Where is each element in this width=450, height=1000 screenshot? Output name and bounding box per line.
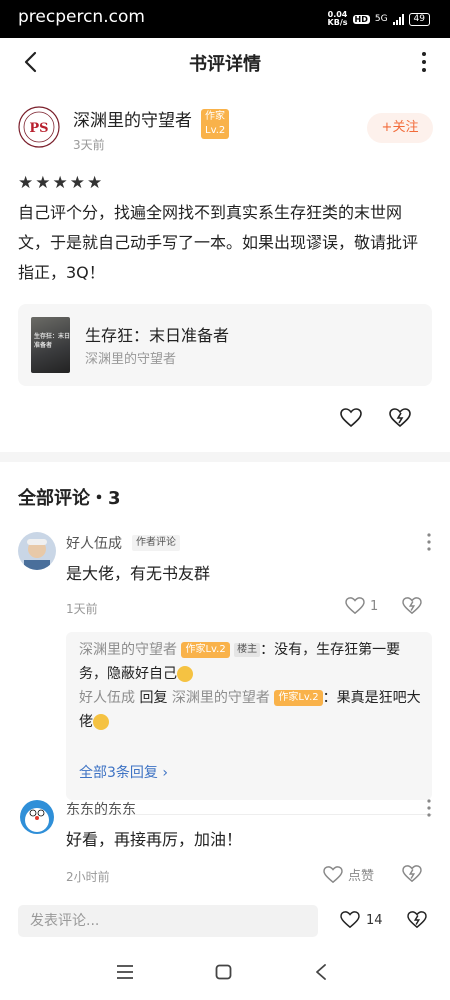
view-all-replies-link[interactable]: 全部3条回复 › [79, 762, 168, 782]
like-label: 点赞 [348, 869, 375, 884]
comment-more-icon[interactable] [424, 798, 434, 818]
comment-time: 1天前 [66, 602, 98, 616]
section-divider [0, 452, 450, 462]
author-avatar[interactable]: PS [18, 106, 60, 148]
like-heart-icon [345, 597, 365, 615]
level-badge: 作家Lv.2 [274, 690, 323, 706]
commenter-name[interactable]: 东东的东东 [66, 799, 136, 819]
menu-icon[interactable] [116, 964, 134, 980]
host-tag: 楼主 [234, 643, 261, 657]
star-icon: ★ [18, 173, 34, 193]
star-icon: ★ [35, 173, 51, 193]
author-comment-tag: 作者评论 [132, 535, 180, 551]
comment-like-button[interactable]: 1 [345, 597, 378, 615]
top-bar: 书评详情 [0, 38, 450, 86]
page-sheet: 书评详情 PS 深渊里的守望者 作家Lv.2 3天前 +关注 ★ ★ ★ ★ ★ 自己评… [0, 38, 450, 1000]
comments-header: 全部评论・3 [18, 488, 121, 509]
page-title: 书评详情 [189, 54, 261, 75]
book-author: 深渊里的守望者 [85, 352, 177, 367]
signal-icon [392, 13, 404, 25]
reply-item: 深渊里的守望者 作家Lv.2 楼主 ：没有，生存狂第一要务，隐蔽好自己 [79, 638, 424, 686]
reply-word: 回复 [139, 690, 168, 706]
dislike-heart-icon[interactable] [402, 865, 422, 883]
comment-bar: 发表评论... 14 [0, 893, 450, 945]
review-text: 自己评个分，找遍全网找不到真实系生存狂类的末世网文，于是就自己动手写了一本。如果… [18, 203, 419, 282]
commenter-avatar[interactable] [18, 798, 56, 836]
star-icon: ★ [52, 173, 68, 193]
dislike-heart-icon[interactable] [402, 597, 422, 615]
like-heart-icon [323, 865, 343, 883]
status-bar: precpercn.com 0.04 KB/s HD 5G 49 [0, 0, 450, 38]
book-card[interactable]: 生存狂：末日准备者 生存狂：末日准备者 深渊里的守望者 [18, 304, 432, 386]
emoji-icon [177, 666, 193, 682]
star-icon: ★ [69, 173, 85, 193]
like-count: 14 [366, 912, 383, 928]
author-name[interactable]: 深渊里的守望者 [73, 106, 192, 131]
emoji-icon [93, 714, 109, 730]
battery-icon: 49 [408, 12, 430, 26]
commenter-name[interactable]: 好人伍成 [66, 533, 122, 553]
system-nav-bar [0, 950, 450, 1000]
commenter-avatar[interactable] [18, 532, 56, 570]
comment-like-button[interactable]: 点赞 [323, 865, 374, 884]
home-icon[interactable] [215, 964, 232, 980]
back-nav-icon[interactable] [314, 964, 328, 980]
review-like-button[interactable]: 14 [340, 911, 383, 929]
reply-user[interactable]: 深渊里的守望者 [79, 642, 177, 658]
comment-input[interactable]: 发表评论... [18, 905, 318, 937]
watermark: precpercn.com [18, 7, 145, 27]
hd-icon: HD [352, 14, 370, 24]
book-title: 生存狂：末日准备者 [85, 326, 230, 345]
book-cover: 生存狂：末日准备者 [31, 317, 70, 373]
reply-item: 好人伍成 回复 深渊里的守望者 作家Lv.2 ：果真是狂吧大佬 [79, 686, 424, 734]
review-actions [340, 408, 411, 428]
comment-more-icon[interactable] [424, 532, 434, 552]
reply-thread: 深渊里的守望者 作家Lv.2 楼主 ：没有，生存狂第一要务，隐蔽好自己 好人伍成 … [66, 632, 432, 800]
dislike-heart-icon[interactable] [389, 408, 411, 428]
comment-text: 好看，再接再厉，加油！ [66, 830, 243, 849]
star-icon: ★ [87, 173, 103, 193]
svg-text:PS: PS [29, 121, 48, 136]
rating-stars: ★ ★ ★ ★ ★ [18, 175, 102, 192]
net-speed: 0.04 KB/s [327, 10, 348, 27]
level-badge: 作家Lv.2 [201, 109, 230, 139]
like-heart-icon[interactable] [340, 408, 362, 428]
dislike-heart-icon[interactable] [407, 911, 427, 929]
follow-button[interactable]: +关注 [367, 113, 433, 143]
comment-time: 2小时前 [66, 870, 110, 884]
more-icon[interactable] [414, 50, 434, 74]
like-count: 1 [370, 598, 379, 614]
reply-user[interactable]: 好人伍成 [79, 690, 135, 706]
reply-target[interactable]: 深渊里的守望者 [172, 690, 270, 706]
level-badge: 作家Lv.2 [181, 642, 230, 658]
status-icons: 0.04 KB/s HD 5G 49 [328, 11, 430, 27]
comment-text: 是大佬，有无书友群 [66, 564, 211, 583]
like-heart-icon [340, 911, 360, 929]
review-time: 3天前 [73, 138, 105, 152]
network-type: 5G [374, 14, 388, 24]
